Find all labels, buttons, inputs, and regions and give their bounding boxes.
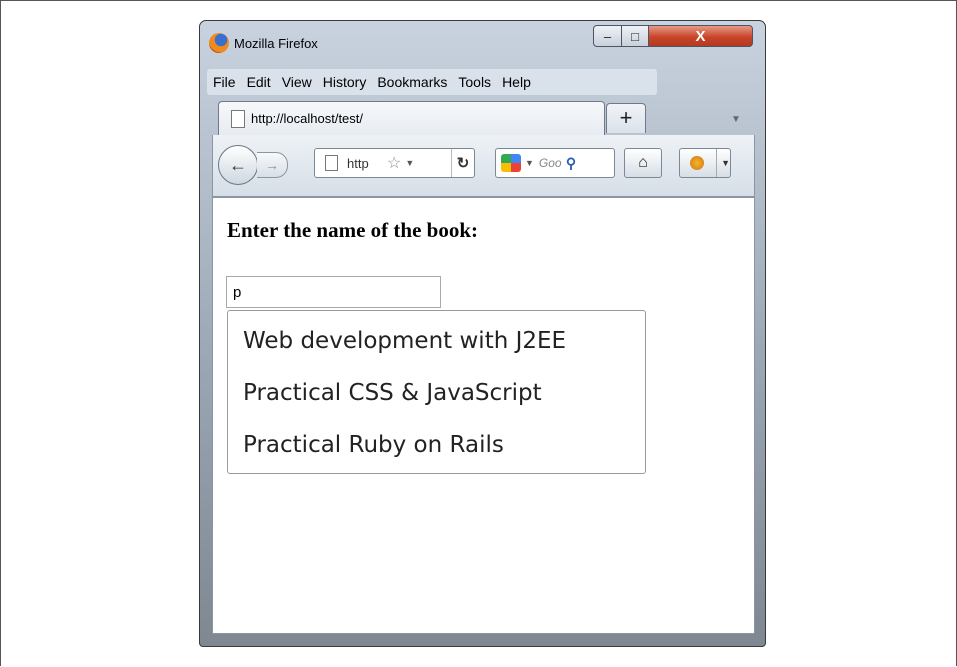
home-icon: ⌂ xyxy=(638,154,648,171)
autocomplete-list: Web development with J2EE Practical CSS … xyxy=(227,310,646,474)
page-icon xyxy=(231,109,245,128)
back-icon: ← xyxy=(229,154,247,175)
url-bar[interactable]: http ☆ ▼ ↻ xyxy=(314,148,475,178)
url-text: http xyxy=(347,155,369,171)
back-button[interactable]: ← xyxy=(218,145,258,185)
menu-tools[interactable]: Tools xyxy=(458,74,491,90)
search-engine-dropdown-icon[interactable]: ▼ xyxy=(525,158,534,168)
menu-view[interactable]: View xyxy=(282,74,312,90)
star-icon[interactable]: ☆ xyxy=(387,153,401,173)
search-icon[interactable]: ⚲ xyxy=(566,155,576,172)
suggestion-item[interactable]: Practical Ruby on Rails xyxy=(228,423,645,475)
firefox-logo-icon xyxy=(209,33,229,53)
menu-history[interactable]: History xyxy=(323,74,367,90)
forward-icon: → xyxy=(265,157,279,173)
search-bar[interactable]: ▼ Goo ⚲ xyxy=(495,148,615,178)
suggestion-item[interactable]: Practical CSS & JavaScript xyxy=(228,371,645,423)
page-icon xyxy=(325,155,338,171)
menu-bar: File Edit View History Bookmarks Tools H… xyxy=(207,69,657,95)
firebug-button[interactable]: ▼ xyxy=(679,148,731,178)
tab-active[interactable]: http://localhost/test/ xyxy=(218,101,605,135)
page-content: Enter the name of the book: Web developm… xyxy=(212,197,755,634)
firebug-icon xyxy=(690,156,705,170)
new-tab-button[interactable]: + xyxy=(606,103,646,133)
browser-window: Mozilla Firefox – □ X File Edit View His… xyxy=(199,20,766,647)
google-icon[interactable] xyxy=(501,154,521,172)
close-button[interactable]: X xyxy=(648,25,753,47)
book-name-input[interactable] xyxy=(226,276,441,308)
chevron-down-icon[interactable]: ▼ xyxy=(716,149,730,177)
suggestion-item[interactable]: Web development with J2EE xyxy=(228,319,645,371)
menu-help[interactable]: Help xyxy=(502,74,531,90)
tab-label: http://localhost/test/ xyxy=(251,111,364,126)
search-input[interactable]: Goo xyxy=(539,156,563,170)
tab-list-icon[interactable]: ▼ xyxy=(731,114,741,125)
home-button[interactable]: ⌂ xyxy=(624,148,662,178)
chevron-down-icon[interactable]: ▼ xyxy=(405,158,414,168)
menu-bookmarks[interactable]: Bookmarks xyxy=(377,74,447,90)
maximize-button[interactable]: □ xyxy=(621,25,649,47)
window-title: Mozilla Firefox xyxy=(234,36,318,51)
page-heading: Enter the name of the book: xyxy=(227,218,479,242)
reload-icon[interactable]: ↻ xyxy=(451,149,474,177)
menu-edit[interactable]: Edit xyxy=(247,74,271,90)
navigation-toolbar: ← → http ☆ ▼ ↻ ▼ Goo ⚲ ⌂ ▼ xyxy=(212,135,755,197)
forward-button[interactable]: → xyxy=(257,152,288,178)
minimize-button[interactable]: – xyxy=(593,25,622,47)
menu-file[interactable]: File xyxy=(213,74,236,90)
